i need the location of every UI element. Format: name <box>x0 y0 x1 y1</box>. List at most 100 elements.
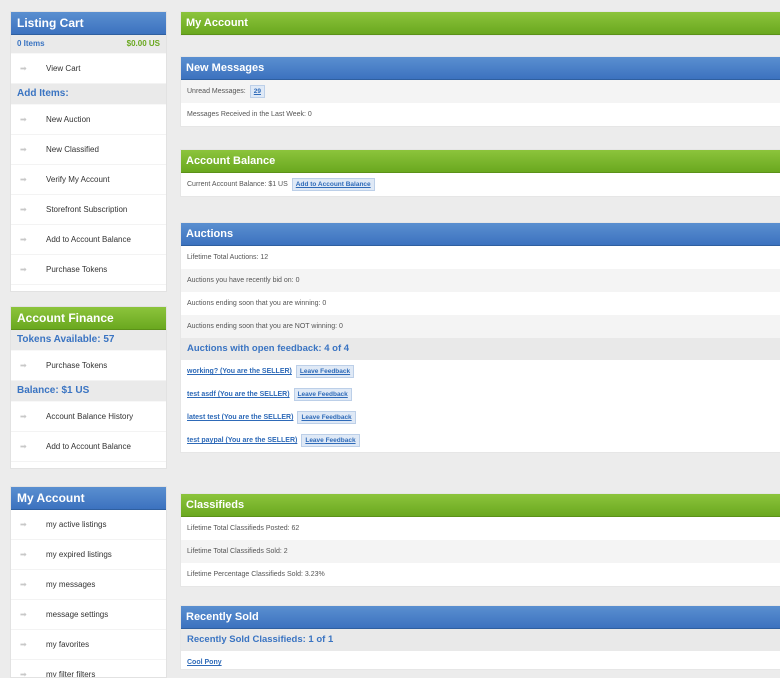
sidebar-item-new-classified[interactable]: ➡ New Classified <box>11 135 166 165</box>
unread-messages-label: Unread Messages: <box>187 88 246 95</box>
feedback-listing-link[interactable]: latest test (You are the SELLER) <box>187 414 293 421</box>
current-balance-text: Current Account Balance: $1 US <box>187 181 288 188</box>
leave-feedback-button[interactable]: Leave Feedback <box>301 434 360 447</box>
cart-total: $0.00 US <box>126 39 160 48</box>
sidebar-item-finance-purchase-tokens[interactable]: ➡ Purchase Tokens <box>11 351 166 381</box>
sidebar-item-add-balance[interactable]: ➡ Add to Account Balance <box>11 225 166 255</box>
sidebar-item-verify-account[interactable]: ➡ Verify My Account <box>11 165 166 195</box>
feedback-listing-link[interactable]: working? (You are the SELLER) <box>187 368 292 375</box>
sidebar-item-filters[interactable]: ➡ my filter filters <box>11 660 166 678</box>
new-messages-header: New Messages <box>181 57 780 80</box>
sidebar-item-label: message settings <box>46 610 109 619</box>
recently-sold-item-link[interactable]: Cool Pony <box>187 659 222 666</box>
arrow-right-icon: ➡ <box>20 235 27 244</box>
sidebar-item-label: Add to Account Balance <box>46 235 131 244</box>
arrow-right-icon: ➡ <box>20 64 27 73</box>
listing-cart-panel: Listing Cart 0 Items $0.00 US ➡ View Car… <box>10 11 167 292</box>
arrow-right-icon: ➡ <box>20 361 27 370</box>
feedback-row: test paypal (You are the SELLER) Leave F… <box>181 429 780 452</box>
account-finance-panel: Account Finance Tokens Available: 57 ➡ P… <box>10 306 167 469</box>
arrow-right-icon: ➡ <box>20 670 27 678</box>
arrow-right-icon: ➡ <box>20 610 27 619</box>
new-messages-box: New Messages Unread Messages: 29 Message… <box>180 56 780 127</box>
sidebar-item-label: my favorites <box>46 640 90 649</box>
recently-sold-header: Recently Sold <box>181 606 780 629</box>
sidebar-item-balance-history[interactable]: ➡ Account Balance History <box>11 402 166 432</box>
recently-sold-subheader: Recently Sold Classifieds: 1 of 1 <box>181 629 780 651</box>
arrow-right-icon: ➡ <box>20 520 27 529</box>
sidebar-item-active-listings[interactable]: ➡ my active listings <box>11 510 166 540</box>
arrow-right-icon: ➡ <box>20 205 27 214</box>
my-account-nav-panel: My Account ➡ my active listings ➡ my exp… <box>10 486 167 678</box>
arrow-right-icon: ➡ <box>20 640 27 649</box>
sidebar-item-label: my expired listings <box>46 550 112 559</box>
classified-stat-row: Lifetime Total Classifieds Posted: 62 <box>187 525 300 532</box>
sidebar-item-label: Purchase Tokens <box>46 361 108 370</box>
arrow-right-icon: ➡ <box>20 412 27 421</box>
sidebar-item-label: my active listings <box>46 520 107 529</box>
sidebar-item-label: my filter filters <box>46 670 96 678</box>
sidebar-item-label: Verify My Account <box>46 175 110 184</box>
classified-stat-row: Lifetime Percentage Classifieds Sold: 3.… <box>187 571 325 578</box>
sidebar-item-storefront-subscription[interactable]: ➡ Storefront Subscription <box>11 195 166 225</box>
page-title: My Account <box>181 12 780 35</box>
sidebar-item-label: View Cart <box>46 64 81 73</box>
arrow-right-icon: ➡ <box>20 115 27 124</box>
balance-label: Balance: $1 US <box>11 381 166 402</box>
sidebar-item-new-auction[interactable]: ➡ New Auction <box>11 105 166 135</box>
sidebar-item-label: Add to Account Balance <box>46 442 131 451</box>
account-balance-header: Account Balance <box>181 150 780 173</box>
arrow-right-icon: ➡ <box>20 442 27 451</box>
add-items-label: Add Items: <box>11 84 166 105</box>
sidebar-item-label: New Classified <box>46 145 99 154</box>
sidebar-item-finance-add-balance[interactable]: ➡ Add to Account Balance <box>11 432 166 462</box>
recently-sold-row: Cool Pony <box>181 651 780 669</box>
recently-sold-box: Recently Sold Recently Sold Classifieds:… <box>180 605 780 670</box>
auction-stat-row: Auctions ending soon that you are NOT wi… <box>181 315 780 338</box>
arrow-right-icon: ➡ <box>20 580 27 589</box>
current-balance-row: Current Account Balance: $1 US Add to Ac… <box>181 173 780 196</box>
cart-summary: 0 Items $0.00 US <box>11 35 166 54</box>
classifieds-header: Classifieds <box>181 494 780 517</box>
account-balance-box: Account Balance Current Account Balance:… <box>180 149 780 197</box>
auction-stat-row: Auctions ending soon that you are winnin… <box>187 300 327 307</box>
listing-cart-header: Listing Cart <box>11 12 166 35</box>
sidebar-item-messages[interactable]: ➡ my messages <box>11 570 166 600</box>
sidebar-item-label: my messages <box>46 580 96 589</box>
arrow-right-icon: ➡ <box>20 145 27 154</box>
my-account-title-box: My Account <box>180 11 780 36</box>
messages-received-row: Messages Received in the Last Week: 0 <box>187 111 312 118</box>
auction-stat-row: Auctions you have recently bid on: 0 <box>181 269 780 292</box>
feedback-row: latest test (You are the SELLER) Leave F… <box>181 406 780 429</box>
auction-stat-row: Lifetime Total Auctions: 12 <box>187 254 269 261</box>
tokens-available: Tokens Available: 57 <box>11 330 166 351</box>
feedback-row: test asdf (You are the SELLER) Leave Fee… <box>181 383 780 406</box>
feedback-row: working? (You are the SELLER) Leave Feed… <box>181 360 780 383</box>
sidebar-item-label: New Auction <box>46 115 91 124</box>
sidebar-item-expired-listings[interactable]: ➡ my expired listings <box>11 540 166 570</box>
account-finance-header: Account Finance <box>11 307 166 330</box>
auctions-box: Auctions Lifetime Total Auctions: 12 Auc… <box>180 222 780 453</box>
classified-stat-row: Lifetime Total Classifieds Sold: 2 <box>181 540 780 563</box>
leave-feedback-button[interactable]: Leave Feedback <box>297 411 356 424</box>
sidebar-item-label: Account Balance History <box>46 412 134 421</box>
cart-item-count: 0 Items <box>17 39 45 48</box>
feedback-listing-link[interactable]: test paypal (You are the SELLER) <box>187 437 297 444</box>
open-feedback-header: Auctions with open feedback: 4 of 4 <box>181 338 780 360</box>
sidebar-item-message-settings[interactable]: ➡ message settings <box>11 600 166 630</box>
sidebar-item-purchase-tokens[interactable]: ➡ Purchase Tokens <box>11 255 166 285</box>
sidebar-item-label: Purchase Tokens <box>46 265 108 274</box>
feedback-listing-link[interactable]: test asdf (You are the SELLER) <box>187 391 290 398</box>
auctions-header: Auctions <box>181 223 780 246</box>
leave-feedback-button[interactable]: Leave Feedback <box>295 365 355 378</box>
my-account-nav-header: My Account <box>11 487 166 510</box>
arrow-right-icon: ➡ <box>20 550 27 559</box>
sidebar-item-view-cart[interactable]: ➡ View Cart <box>11 54 166 84</box>
add-to-balance-button[interactable]: Add to Account Balance <box>291 178 375 191</box>
sidebar-item-favorites[interactable]: ➡ my favorites <box>11 630 166 660</box>
arrow-right-icon: ➡ <box>20 175 27 184</box>
unread-messages-count[interactable]: 29 <box>249 85 265 98</box>
arrow-right-icon: ➡ <box>20 265 27 274</box>
leave-feedback-button[interactable]: Leave Feedback <box>293 388 352 401</box>
classifieds-box: Classifieds Lifetime Total Classifieds P… <box>180 493 780 587</box>
